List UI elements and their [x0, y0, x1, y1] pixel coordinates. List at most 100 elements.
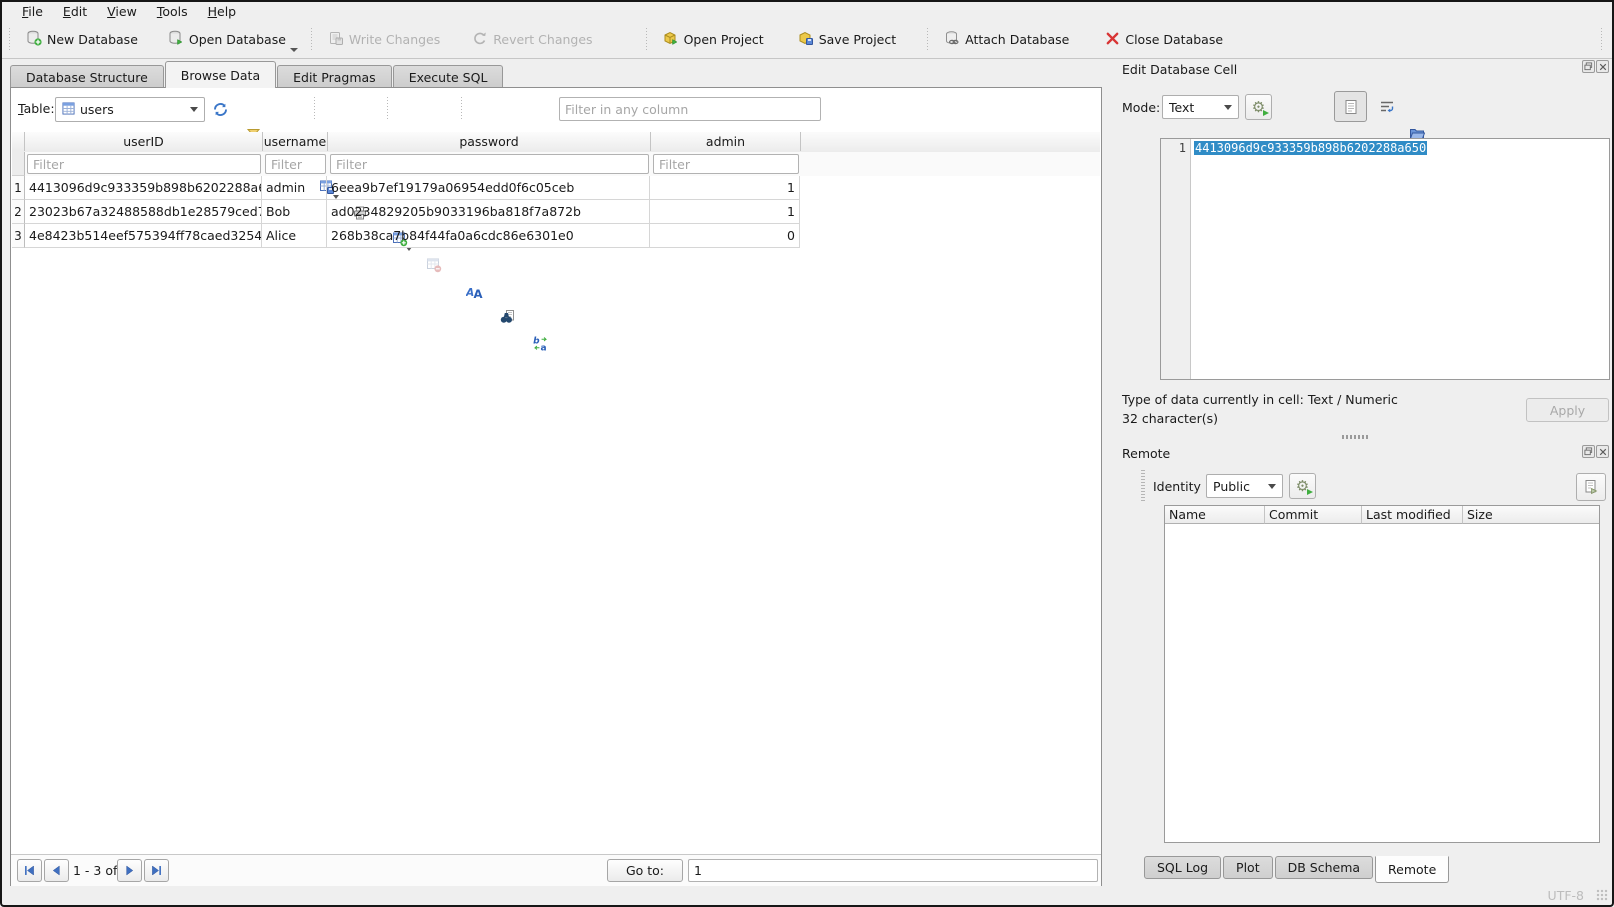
cell-admin[interactable]: 1: [650, 176, 800, 200]
remote-file-table[interactable]: Name Commit Last modified Size: [1164, 505, 1600, 843]
identity-value: Public: [1213, 479, 1250, 494]
dock-tab-sql-log[interactable]: SQL Log: [1144, 856, 1221, 879]
menu-view[interactable]: View: [97, 3, 147, 20]
save-project-button[interactable]: Save Project: [790, 26, 904, 53]
grid-corner-header[interactable]: [12, 132, 25, 151]
toolbar-drag-handle[interactable]: [8, 28, 12, 52]
cell-userid[interactable]: 4413096d9c933359b898b6202288a650: [25, 176, 262, 200]
dock-tab-remote[interactable]: Remote: [1375, 856, 1449, 883]
menu-file[interactable]: File: [12, 3, 53, 20]
tab-edit-pragmas[interactable]: Edit Pragmas: [277, 65, 392, 88]
editor-selected-text[interactable]: 4413096d9c933359b898b6202288a650: [1194, 141, 1427, 155]
remote-column-name[interactable]: Name: [1165, 506, 1265, 524]
cell-userid[interactable]: 23023b67a32488588db1e28579ced7ec: [25, 200, 262, 224]
remote-column-commit[interactable]: Commit: [1265, 506, 1362, 524]
column-header-username[interactable]: username: [263, 132, 328, 151]
open-database-button[interactable]: Open Database: [160, 26, 294, 53]
apply-button[interactable]: Apply: [1526, 398, 1609, 422]
dock-close-button[interactable]: [1596, 60, 1609, 73]
row-number[interactable]: 1: [12, 176, 25, 200]
global-filter-input[interactable]: [559, 97, 821, 121]
row-number[interactable]: 3: [12, 224, 25, 248]
filter-input-userid[interactable]: [27, 154, 261, 174]
cell-userid[interactable]: 4e8423b514eef575394ff78caed3254d: [25, 224, 262, 248]
open-project-button[interactable]: Open Project: [655, 26, 772, 53]
identity-label: Identity: [1153, 479, 1201, 494]
column-header-label: Commit: [1269, 507, 1318, 522]
column-header-label: Last modified: [1366, 507, 1451, 522]
tab-database-structure[interactable]: Database Structure: [10, 65, 164, 88]
resize-grip[interactable]: [1596, 889, 1608, 901]
cell-username[interactable]: Bob: [262, 200, 327, 224]
first-record-button[interactable]: [17, 859, 42, 882]
identity-gear-button[interactable]: ⚙: [1289, 473, 1316, 499]
tab-browse-data[interactable]: Browse Data: [165, 61, 276, 88]
dock-close-button[interactable]: [1596, 445, 1609, 458]
mode-combobox[interactable]: Text: [1162, 95, 1239, 119]
tab-label: Browse Data: [181, 68, 260, 83]
clone-database-button[interactable]: [1576, 473, 1606, 501]
cell-admin[interactable]: 0: [650, 224, 800, 248]
table-selector-label: Table:: [18, 101, 55, 116]
previous-record-button[interactable]: [44, 859, 69, 882]
browse-data-panel: Table: users AA ba userID username passw…: [10, 87, 1102, 886]
cell-password[interactable]: 6eea9b7ef19179a06954edd0f6c05ceb: [327, 176, 650, 200]
filter-input-admin[interactable]: [653, 154, 799, 174]
format-button[interactable]: AA: [461, 278, 487, 304]
text-mode-toggle-button[interactable]: [1334, 91, 1367, 122]
column-header-admin[interactable]: admin: [651, 132, 801, 151]
filter-input-password[interactable]: [330, 154, 649, 174]
open-database-dropdown-caret[interactable]: [290, 48, 298, 52]
revert-changes-button[interactable]: Revert Changes: [464, 26, 600, 53]
goto-record-input[interactable]: [688, 859, 1098, 882]
chevron-down-icon: [1268, 484, 1276, 489]
cell-admin[interactable]: 1: [650, 200, 800, 224]
remote-column-size[interactable]: Size: [1463, 506, 1599, 524]
menu-tools[interactable]: Tools: [147, 3, 198, 20]
cell-password[interactable]: ad0234829205b9033196ba818f7a872b: [327, 200, 650, 224]
column-header-label: Size: [1467, 507, 1493, 522]
new-database-button[interactable]: New Database: [18, 26, 146, 53]
refresh-button[interactable]: [207, 96, 233, 122]
cell-size-info: 32 character(s): [1122, 411, 1218, 426]
column-header-password[interactable]: password: [328, 132, 651, 151]
dock-float-button[interactable]: [1582, 60, 1595, 73]
tab-execute-sql[interactable]: Execute SQL: [393, 65, 504, 88]
delete-record-button[interactable]: [421, 252, 447, 278]
goto-button[interactable]: Go to:: [607, 859, 683, 882]
cell-username[interactable]: Alice: [262, 224, 327, 248]
replace-button[interactable]: ba: [527, 330, 553, 356]
toolbar-separator: [460, 97, 464, 121]
write-changes-button[interactable]: Write Changes: [320, 26, 448, 53]
dock-tab-plot[interactable]: Plot: [1223, 856, 1273, 879]
table-selector-combobox[interactable]: users: [55, 97, 205, 122]
last-record-button[interactable]: [144, 859, 169, 882]
filter-input-username[interactable]: [265, 154, 326, 174]
close-database-button[interactable]: Close Database: [1097, 27, 1231, 53]
row-number[interactable]: 2: [12, 200, 25, 224]
tab-label: DB Schema: [1288, 860, 1360, 875]
next-record-button[interactable]: [117, 859, 142, 882]
attach-database-button[interactable]: Attach Database: [936, 26, 1077, 53]
tab-label: Edit Pragmas: [293, 70, 376, 85]
chevron-down-icon: [1224, 105, 1232, 110]
auto-mode-gear-button[interactable]: ⚙: [1245, 94, 1272, 120]
encoding-indicator[interactable]: UTF-8: [1548, 888, 1584, 903]
dock-float-button[interactable]: [1582, 445, 1595, 458]
word-wrap-button[interactable]: [1374, 94, 1400, 120]
green-arrow-icon: [1306, 488, 1314, 496]
goto-button-label: Go to:: [626, 863, 664, 878]
menu-edit[interactable]: Edit: [53, 3, 97, 20]
cell-username[interactable]: admin: [262, 176, 327, 200]
cell-type-info: Type of data currently in cell: Text / N…: [1122, 392, 1398, 407]
dock-splitter-handle[interactable]: [1342, 435, 1368, 439]
cell-editor[interactable]: 1 4413096d9c933359b898b6202288a650: [1160, 138, 1610, 380]
column-header-userid[interactable]: userID: [25, 132, 263, 151]
remote-column-last-modified[interactable]: Last modified: [1362, 506, 1463, 524]
dock-tab-db-schema[interactable]: DB Schema: [1275, 856, 1373, 879]
find-button[interactable]: [494, 304, 520, 330]
identity-combobox[interactable]: Public: [1206, 474, 1283, 498]
toolbar-separator: [645, 28, 649, 52]
cell-password[interactable]: 268b38ca7b84f44fa0a6cdc86e6301e0: [327, 224, 650, 248]
menu-help[interactable]: Help: [198, 3, 247, 20]
